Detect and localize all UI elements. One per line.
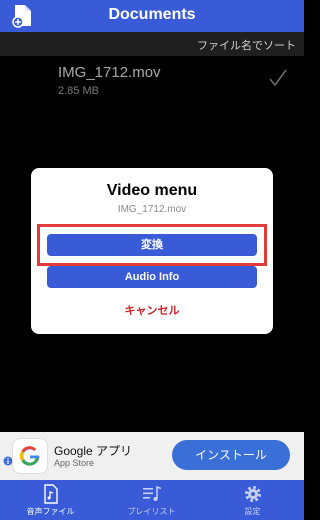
- tab-bar: 音声ファイル プレイリスト 設定: [0, 480, 304, 520]
- tab-label: 音声ファイル: [26, 507, 75, 516]
- playlist-icon: [142, 485, 161, 501]
- dialog-subtitle: IMG_1712.mov: [117, 204, 187, 215]
- ad-store: App Store: [54, 458, 95, 468]
- page-title: Documents: [108, 6, 196, 23]
- google-logo-icon: [12, 438, 48, 474]
- audio-file-icon: [43, 484, 58, 504]
- tab-audio-files[interactable]: 音声ファイル: [0, 480, 101, 520]
- install-button[interactable]: インストール: [172, 440, 290, 470]
- sort-bar: ファイル名でソート: [0, 32, 304, 56]
- tab-label: プレイリスト: [127, 507, 176, 516]
- tab-label: 設定: [244, 507, 261, 516]
- ad-app-name: Google アプリ: [54, 444, 133, 458]
- dialog-title: Video menu: [106, 182, 198, 199]
- highlight-box: [37, 224, 267, 266]
- tab-settings[interactable]: 設定: [202, 480, 303, 520]
- cancel-button[interactable]: キャンセル: [31, 302, 273, 318]
- tab-playlist[interactable]: プレイリスト: [101, 480, 202, 520]
- video-menu-dialog: Video menu IMG_1712.mov 変換 Audio Info キャ…: [31, 168, 273, 334]
- gear-icon: [244, 486, 261, 502]
- ad-banner[interactable]: Google アプリ App Store インストール: [0, 432, 304, 480]
- audio-info-button[interactable]: Audio Info: [47, 266, 257, 288]
- app-header: Documents: [0, 0, 304, 32]
- sort-by-name-button[interactable]: ファイル名でソート: [197, 37, 296, 53]
